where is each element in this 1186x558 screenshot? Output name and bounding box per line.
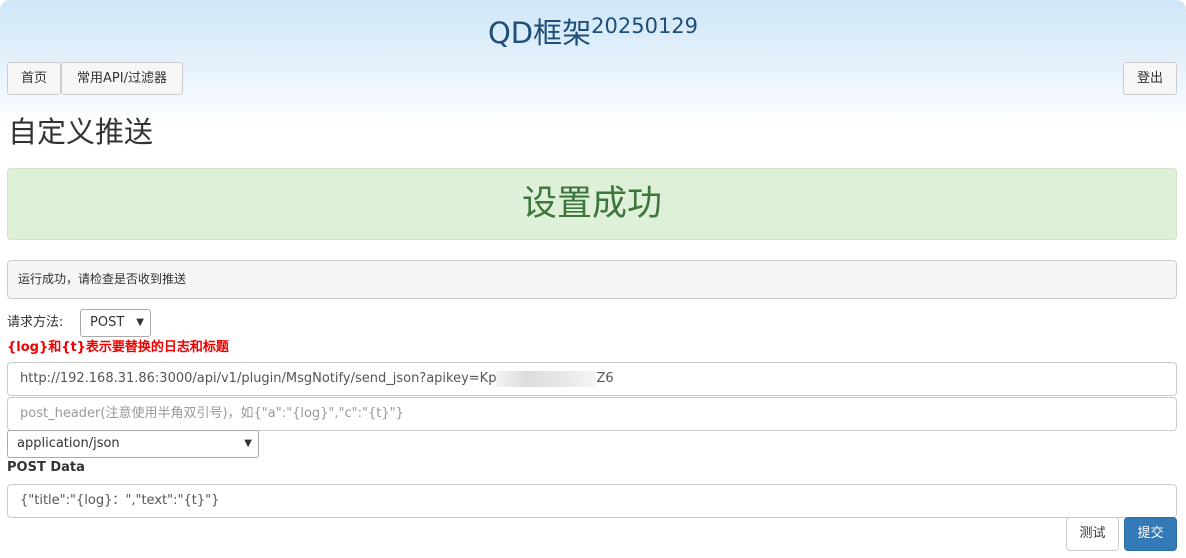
- post-data-value: {"title":"{log}：","text":"{t}"}: [20, 493, 220, 508]
- logout-button[interactable]: 登出: [1123, 62, 1177, 95]
- url-prefix: http://192.168.31.86:3000/api/v1/plugin/…: [20, 371, 497, 386]
- app-title-text: QD框架: [487, 16, 592, 50]
- post-data-input[interactable]: {"title":"{log}：","text":"{t}"}: [7, 484, 1177, 518]
- url-input[interactable]: http://192.168.31.86:3000/api/v1/plugin/…: [7, 362, 1177, 396]
- method-select-value: POST: [90, 315, 125, 330]
- chevron-down-icon: ▼: [244, 438, 252, 449]
- post-header-input[interactable]: post_header(注意使用半角双引号)，如{"a":"{log}","c"…: [7, 397, 1177, 431]
- redacted-apikey: [496, 370, 597, 387]
- content-type-value: application/json: [17, 436, 120, 451]
- post-header-placeholder: post_header(注意使用半角双引号)，如{"a":"{log}","c"…: [20, 406, 404, 421]
- app-version: 20250129: [591, 14, 699, 38]
- content-type-select[interactable]: application/json ▼: [7, 430, 259, 458]
- url-suffix: Z6: [596, 371, 614, 386]
- template-hint: {log}和{t}表示要替换的日志和标题: [7, 340, 229, 355]
- submit-button[interactable]: 提交: [1124, 517, 1177, 551]
- api-filter-button[interactable]: 常用API/过滤器: [61, 62, 183, 95]
- app-title: QD框架20250129: [0, 13, 1186, 56]
- post-data-label: POST Data: [7, 460, 85, 475]
- success-alert: 设置成功: [7, 168, 1177, 240]
- method-select[interactable]: POST ▼: [80, 309, 151, 337]
- chevron-down-icon: ▼: [136, 317, 144, 328]
- method-label: 请求方法:: [7, 315, 64, 330]
- home-button[interactable]: 首页: [7, 62, 61, 95]
- page-title: 自定义推送: [8, 115, 154, 149]
- test-button[interactable]: 测试: [1066, 517, 1119, 551]
- result-message: 运行成功，请检查是否收到推送: [7, 260, 1177, 299]
